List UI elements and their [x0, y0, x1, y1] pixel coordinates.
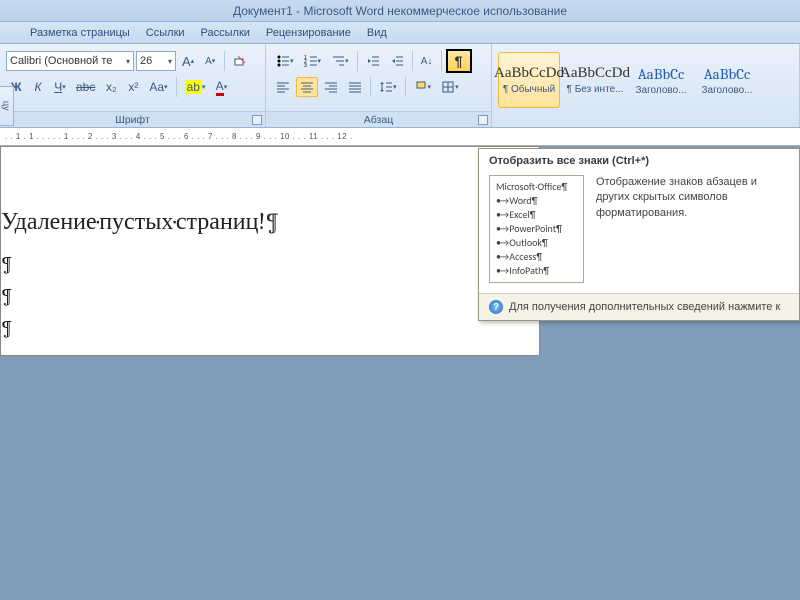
tab-references[interactable]: Ссылки [146, 27, 185, 39]
indent-decrease-button[interactable] [362, 51, 384, 71]
tab-layout[interactable]: Разметка страницы [30, 27, 130, 39]
document-page[interactable]: Удаление·пустых·страниц!¶ ¶ ¶ ¶ [0, 146, 540, 356]
show-hide-button[interactable]: ¶ [446, 49, 472, 73]
align-right-button[interactable] [320, 77, 342, 97]
superscript-button[interactable]: x² [123, 77, 143, 97]
tab-review[interactable]: Рецензирование [266, 27, 351, 39]
style-item-3[interactable]: AaBbCcЗаголово... [696, 52, 758, 108]
blank-para-1: ¶ [1, 248, 539, 280]
doc-heading: Удаление·пустых·страниц!¶ [1, 207, 539, 236]
underline-button[interactable]: Ч▾ [50, 77, 70, 97]
style-item-2[interactable]: AaBbCcЗаголово... [630, 52, 692, 108]
ribbon: Calibri (Основной те▾ 26▾ A▴ A▾ Ж К Ч▾ a… [0, 44, 800, 128]
tooltip-footer[interactable]: ? Для получения дополнительных сведений … [479, 293, 799, 320]
line-spacing-button[interactable]: ▾ [375, 77, 401, 97]
ribbon-tabs: Разметка страницы Ссылки Рассылки Реценз… [0, 22, 800, 44]
italic-button[interactable]: К [28, 77, 48, 97]
style-item-0[interactable]: AaBbCcDd¶ Обычный [498, 52, 560, 108]
para-dialog-launcher[interactable] [478, 115, 488, 125]
font-family-combo[interactable]: Calibri (Основной те▾ [6, 51, 134, 71]
clipboard-tab[interactable]: цу [0, 86, 14, 126]
ruler[interactable]: . . 1 . 1 . . . . . 1 . . . 2 . . . 3 . … [0, 128, 800, 146]
group-styles: AaBbCcDd¶ ОбычныйAaBbCcDd¶ Без инте...Aa… [492, 44, 800, 127]
tooltip-sample: Microsoft·Office¶ Word¶Excel¶PowerPoint¶… [489, 175, 584, 283]
sort-button[interactable]: A↓ [417, 51, 437, 71]
title-text: Документ1 - Microsoft Word некоммерческо… [233, 4, 567, 18]
tooltip-desc: Отображение знаков абзацев и другиx скры… [596, 175, 789, 283]
highlight-button[interactable]: ab▾ [181, 77, 210, 97]
group-paragraph: ▾ 123▾ ▾ A↓ ¶ ▾ ▾ ▾ Абзац [266, 44, 492, 127]
group-font: Calibri (Основной те▾ 26▾ A▴ A▾ Ж К Ч▾ a… [0, 44, 266, 127]
multilevel-button[interactable]: ▾ [327, 51, 353, 71]
blank-para-2: ¶ [1, 280, 539, 312]
subscript-button[interactable]: x₂ [101, 77, 121, 97]
svg-text:3: 3 [304, 63, 307, 68]
tab-mailings[interactable]: Рассылки [201, 27, 250, 39]
align-center-button[interactable] [296, 77, 318, 97]
blank-para-3: ¶ [1, 312, 539, 344]
bullets-button[interactable]: ▾ [272, 51, 298, 71]
numbering-button[interactable]: 123▾ [300, 51, 326, 71]
strike-button[interactable]: abc [72, 77, 99, 97]
borders-button[interactable]: ▾ [437, 77, 463, 97]
clear-format-button[interactable] [229, 51, 253, 71]
title-bar: Документ1 - Microsoft Word некоммерческо… [0, 0, 800, 22]
grow-font-button[interactable]: A▴ [178, 51, 198, 71]
shrink-font-button[interactable]: A▾ [200, 51, 220, 71]
indent-increase-button[interactable] [386, 51, 408, 71]
paragraph-group-title: Абзац [266, 111, 491, 127]
tooltip: Отобразить все знаки (Ctrl+*) Microsoft·… [478, 148, 800, 321]
align-left-button[interactable] [272, 77, 294, 97]
tab-view[interactable]: Вид [367, 27, 387, 39]
shading-button[interactable]: ▾ [410, 77, 436, 97]
font-color-button[interactable]: A▾ [211, 77, 231, 97]
align-justify-button[interactable] [344, 77, 366, 97]
tooltip-title: Отобразить все знаки (Ctrl+*) [479, 149, 799, 171]
change-case-button[interactable]: Aa▾ [145, 77, 171, 97]
font-group-title: Шрифт [0, 111, 265, 127]
style-item-1[interactable]: AaBbCcDd¶ Без инте... [564, 52, 626, 108]
font-dialog-launcher[interactable] [252, 115, 262, 125]
font-size-combo[interactable]: 26▾ [136, 51, 176, 71]
help-icon: ? [489, 300, 503, 314]
